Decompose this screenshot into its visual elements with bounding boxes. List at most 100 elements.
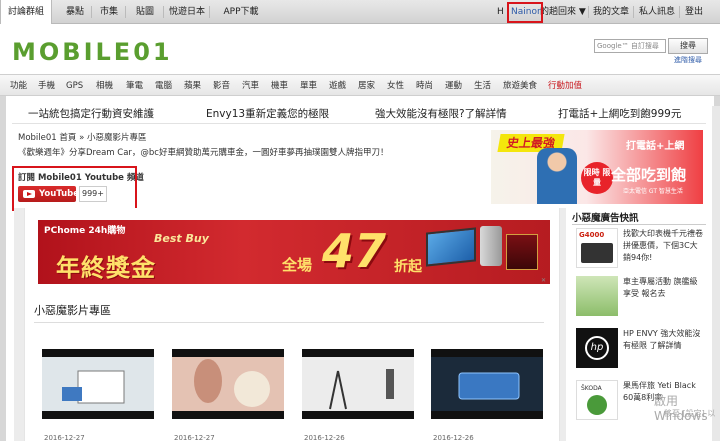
nav-divider bbox=[209, 6, 210, 18]
video-date: 2016-12-26 bbox=[433, 434, 474, 441]
hp-logo-icon: hp bbox=[585, 336, 609, 360]
highlight-box-subscribe bbox=[12, 166, 137, 211]
tab-images[interactable]: 貼圖 bbox=[128, 0, 162, 24]
thumbnail-image bbox=[172, 349, 284, 419]
category-item[interactable]: 手機 bbox=[38, 75, 55, 97]
tab-japan[interactable]: 悅遊日本 bbox=[166, 0, 208, 24]
video-thumbnail[interactable] bbox=[172, 349, 284, 419]
user-menu-dropdown[interactable]: 的趟回來 ▼ bbox=[540, 0, 586, 24]
ad-close-icon[interactable]: ✕ bbox=[541, 278, 548, 284]
sidebar-ad-text: 車主專屬活動 旗艦級享受 報名去 bbox=[623, 277, 698, 298]
ad-badge: 限時 限量 bbox=[581, 162, 613, 194]
ad-line2: 全部吃到飽 bbox=[611, 166, 687, 184]
video-thumbnail[interactable] bbox=[302, 349, 414, 419]
search-button[interactable]: 搜尋 bbox=[668, 38, 708, 54]
category-item[interactable]: 電腦 bbox=[155, 75, 172, 97]
category-item[interactable]: 居家 bbox=[358, 75, 375, 97]
pchome-ad-banner[interactable]: PChome 24h購物 Best Buy 年終獎金 全場 47 折起 bbox=[38, 220, 550, 284]
category-item[interactable]: 筆電 bbox=[126, 75, 143, 97]
family-image bbox=[576, 276, 618, 316]
announcement-marquee[interactable]: 《歡樂週年》分享Dream Car，@bc好車網贊助萬元購車金，一圓好車夢再抽璞… bbox=[18, 146, 388, 158]
category-item[interactable]: 生活 bbox=[474, 75, 491, 97]
promo-link[interactable]: 強大效能沒有極限?了解詳情 bbox=[375, 106, 507, 121]
category-item[interactable]: 運動 bbox=[445, 75, 462, 97]
tab-forum[interactable]: 討論群組 bbox=[0, 0, 52, 25]
telecom-ad-banner[interactable]: 史上最強 限時 限量 打電話+上網 全部吃到飽 亞太電信 GT 智慧生活 bbox=[491, 130, 703, 204]
ad-person-image bbox=[537, 148, 577, 204]
nav-divider bbox=[633, 6, 634, 18]
promo-link[interactable]: 一站統包搞定行動資安維護 bbox=[28, 106, 154, 121]
top-nav: 討論群組 暴點 市集 貼圖 悅遊日本 APP下載 H Nainor 的趟回來 ▼… bbox=[0, 0, 720, 25]
category-item[interactable]: GPS bbox=[66, 75, 83, 97]
windows-activation-subtext: 移至 [設定] 以 bbox=[664, 409, 716, 418]
highlight-box-user bbox=[507, 2, 543, 23]
logout-link[interactable]: 登出 bbox=[685, 0, 703, 24]
nav-h-label: H bbox=[497, 7, 504, 17]
phone-image bbox=[480, 226, 502, 266]
tab-hot[interactable]: 暴點 bbox=[60, 0, 90, 24]
advanced-search-link[interactable]: 進階搜尋 bbox=[674, 55, 702, 65]
category-item[interactable]: 單車 bbox=[300, 75, 317, 97]
page-scrollbar[interactable] bbox=[712, 106, 720, 441]
category-bar: 功能 手機 GPS 相機 筆電 電腦 蘋果 影音 汽車 機車 單車 遊戲 居家 … bbox=[0, 74, 720, 96]
my-posts-link[interactable]: 我的文章 bbox=[593, 0, 629, 24]
private-message-link[interactable]: 私人訊息 bbox=[639, 0, 675, 24]
thumbnail-image bbox=[431, 349, 543, 419]
sidebar-ad-item[interactable]: G4000 找歡大印表機千元禮卷拼優惠價，下個3C大銷94你! bbox=[576, 228, 706, 272]
printer-image: G4000 bbox=[576, 228, 618, 268]
skoda-logo-icon bbox=[587, 395, 607, 415]
category-item[interactable]: 機車 bbox=[271, 75, 288, 97]
category-item[interactable]: 旅遊美食 bbox=[503, 75, 537, 97]
sidebar-ad-item[interactable]: 車主專屬活動 旗艦級享受 報名去 bbox=[576, 276, 706, 320]
ad-line1: 打電話+上網 bbox=[626, 141, 685, 152]
category-item[interactable]: 遊戲 bbox=[329, 75, 346, 97]
page: 討論群組 暴點 市集 貼圖 悅遊日本 APP下載 H Nainor 的趟回來 ▼… bbox=[0, 0, 720, 441]
section-title: 小惡魔影片專區 bbox=[34, 304, 111, 317]
category-item[interactable]: 時尚 bbox=[416, 75, 433, 97]
video-date: 2016-12-27 bbox=[44, 434, 85, 441]
video-thumbnail[interactable] bbox=[42, 349, 154, 419]
mobile01-logo[interactable]: MOBILE01 bbox=[12, 38, 173, 66]
category-item[interactable]: 女性 bbox=[387, 75, 404, 97]
banner-big-number: 47 bbox=[322, 224, 387, 278]
category-item[interactable]: 功能 bbox=[10, 75, 27, 97]
video-thumbnail[interactable] bbox=[431, 349, 543, 419]
ad-small-text: 亞太電信 GT 智慧生活 bbox=[623, 188, 683, 195]
nav-divider bbox=[679, 6, 680, 18]
thumbnail-image bbox=[42, 349, 154, 419]
tab-market[interactable]: 市集 bbox=[94, 0, 124, 24]
thumbnail-image bbox=[302, 349, 414, 419]
nav-divider bbox=[125, 6, 126, 18]
promo-link[interactable]: 打電話+上網吃到飽999元 bbox=[558, 106, 681, 121]
sidebar-divider bbox=[572, 224, 706, 225]
pchome-logo: PChome 24h購物 bbox=[44, 226, 126, 236]
search-input[interactable]: Google™ 自訂搜尋 bbox=[594, 39, 666, 53]
tab-app-download[interactable]: APP下載 bbox=[216, 0, 266, 24]
category-item[interactable]: 蘋果 bbox=[184, 75, 201, 97]
sidebar-ad-item[interactable]: hp HP ENVY 強大效能沒有極限 了解詳情 bbox=[576, 328, 706, 372]
promo-divider bbox=[12, 123, 706, 124]
category-item[interactable]: 汽車 bbox=[242, 75, 259, 97]
logo-text: MOBILE01 bbox=[12, 38, 173, 66]
nav-divider bbox=[91, 6, 92, 18]
printer-shape bbox=[581, 243, 613, 263]
category-item[interactable]: 影音 bbox=[213, 75, 230, 97]
banner-zhe: 折起 bbox=[394, 259, 422, 275]
video-date: 2016-12-26 bbox=[304, 434, 345, 441]
printer-model: G4000 bbox=[579, 231, 605, 239]
gift-box-image bbox=[506, 234, 538, 270]
category-item-mobile-value[interactable]: 行動加值 bbox=[548, 75, 582, 97]
category-item[interactable]: 相機 bbox=[96, 75, 113, 97]
sidebar-title: 小惡魔廣告快訊 bbox=[572, 213, 639, 224]
nav-divider bbox=[588, 6, 589, 18]
video-date: 2016-12-27 bbox=[174, 434, 215, 441]
sidebar-ad-text: HP ENVY 強大效能沒有極限 了解詳情 bbox=[623, 329, 701, 350]
promo-link[interactable]: Envy13重新定義您的極限 bbox=[206, 106, 329, 121]
section-divider bbox=[34, 322, 544, 323]
sidebar-ad-text: 找歡大印表機千元禮卷拼優惠價，下個3C大銷94你! bbox=[623, 229, 703, 262]
nav-divider bbox=[163, 6, 164, 18]
best-buy-text: Best Buy bbox=[154, 232, 209, 245]
breadcrumb[interactable]: Mobile01 首頁 » 小惡魔影片專區 bbox=[18, 131, 147, 143]
skoda-logo-image: ŠKODA bbox=[576, 380, 618, 420]
skoda-wordmark: ŠKODA bbox=[581, 385, 602, 392]
